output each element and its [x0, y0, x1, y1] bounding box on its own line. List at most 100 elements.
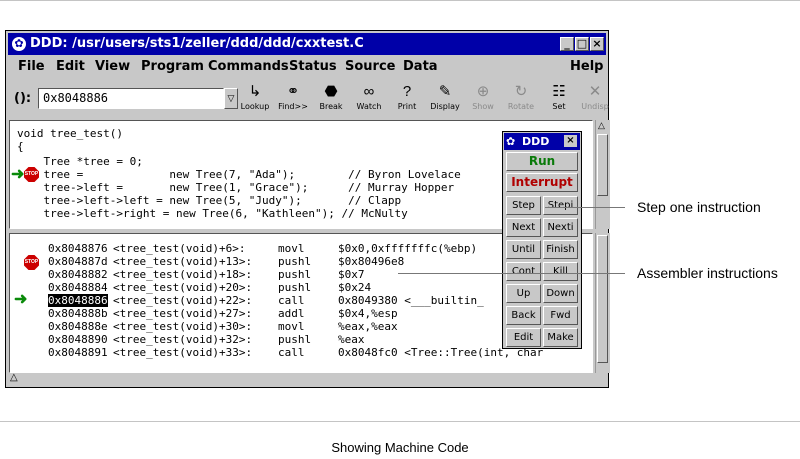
step-callout-label: Step one instruction: [637, 199, 761, 215]
asm-addr: 0x8048876: [48, 242, 108, 255]
rotate-button[interactable]: ↻ Rotate: [502, 82, 540, 116]
menu-edit[interactable]: Edit: [56, 56, 85, 78]
show-button[interactable]: ⊕ Show: [464, 82, 502, 116]
until-button[interactable]: Until: [506, 240, 541, 259]
down-button[interactable]: Down: [543, 284, 578, 303]
source-scrollbar[interactable]: △: [595, 120, 610, 229]
next-button[interactable]: Next: [506, 218, 541, 237]
lookup-button[interactable]: ↳ Lookup: [236, 82, 274, 116]
set-icon: ☷: [552, 83, 566, 100]
undisp-label: Undisp: [581, 102, 609, 111]
asm-op: call: [278, 346, 305, 359]
figure-caption: Showing Machine Code: [331, 440, 469, 455]
lookup-icon: ↳: [248, 83, 262, 100]
step-button[interactable]: Step: [506, 196, 541, 215]
asm-args: $0x24: [338, 281, 372, 294]
asm-callout-line: [398, 273, 625, 274]
print-button[interactable]: ? Print: [388, 82, 426, 116]
break-label: Break: [319, 102, 343, 111]
magnifier-icon: ⊕: [476, 83, 490, 100]
fwd-button[interactable]: Fwd: [543, 306, 578, 325]
asm-args: %eax,%eax: [338, 320, 398, 333]
edit-button[interactable]: Edit: [506, 328, 541, 347]
asm-scrollbar[interactable]: [595, 233, 610, 373]
watch-label: Watch: [356, 102, 382, 111]
scroll-up-arrow-icon[interactable]: △: [598, 120, 605, 131]
asm-op: pushl: [278, 281, 312, 294]
set-button[interactable]: ☷ Set: [540, 82, 578, 116]
source-line: Tree *tree = 0;: [17, 155, 143, 168]
argument-input[interactable]: 0x8048886: [38, 88, 224, 109]
bottom-rule: [0, 421, 800, 422]
undisp-button[interactable]: ✕ Undisp: [576, 82, 614, 116]
asm-op: movl: [278, 320, 305, 333]
source-line: void tree_test(): [17, 127, 123, 140]
window-titlebar[interactable]: ✿ DDD: /usr/users/sts1/zeller/ddd/ddd/cx…: [8, 33, 606, 55]
source-line: tree->left->right = new Tree(6, "Kathlee…: [17, 207, 408, 220]
menu-view[interactable]: View: [95, 56, 130, 78]
source-line: tree->left = new Tree(1, "Grace"); // Mu…: [17, 181, 455, 194]
maximize-button[interactable]: □: [575, 37, 589, 51]
rotate-label: Rotate: [507, 102, 535, 111]
asm-func: <tree_test(void)+32>:: [113, 333, 253, 346]
cont-button[interactable]: Cont: [506, 262, 541, 281]
break-button[interactable]: ⬣ Break: [312, 82, 350, 116]
asm-args: $0x4,%esp: [338, 307, 398, 320]
undisp-icon: ✕: [588, 83, 602, 100]
menu-data[interactable]: Data: [403, 56, 438, 78]
nexti-button[interactable]: Nexti: [543, 218, 578, 237]
execution-arrow-icon: ➜: [11, 166, 25, 183]
asm-func: <tree_test(void)+33>:: [113, 346, 253, 359]
asm-func: <tree_test(void)+27>:: [113, 307, 253, 320]
rotate-icon: ↻: [514, 83, 528, 100]
asm-func: <tree_test(void)+6>:: [113, 242, 246, 255]
breakpoint-stop-icon[interactable]: STOP: [24, 167, 39, 182]
minimize-button[interactable]: _: [560, 37, 574, 51]
display-button[interactable]: ✎ Display: [426, 82, 464, 116]
ddd-icon[interactable]: ✿: [506, 133, 515, 150]
asm-func: <tree_test(void)+20>:: [113, 281, 253, 294]
ddd-icon[interactable]: ✿: [12, 37, 26, 51]
find-button[interactable]: ⚭ Find>>: [274, 82, 312, 116]
menu-program[interactable]: Program: [141, 56, 204, 78]
source-scroll-thumb[interactable]: [597, 134, 608, 196]
menu-help[interactable]: Help: [570, 56, 603, 78]
interrupt-button[interactable]: Interrupt: [506, 173, 578, 192]
asm-args: $0x0,0xfffffffc(%ebp): [338, 242, 478, 255]
stepi-button[interactable]: Stepi: [543, 196, 578, 215]
asm-addr: 0x8048884: [48, 281, 108, 294]
asm-addr: 0x8048890: [48, 333, 108, 346]
command-tool-titlebar[interactable]: ✿ DDD ×: [504, 133, 580, 150]
toolbar: (): 0x8048886 ▽ ↳ Lookup ⚭ Find>> ⬣ Brea…: [8, 80, 609, 116]
brush-icon: ✎: [438, 83, 452, 100]
print-label: Print: [397, 102, 417, 111]
asm-op: pushl: [278, 333, 312, 346]
breakpoint-stop-icon[interactable]: STOP: [24, 255, 39, 270]
menu-source[interactable]: Source: [345, 56, 395, 78]
command-tool-close-button[interactable]: ×: [564, 135, 577, 147]
back-button[interactable]: Back: [506, 306, 541, 325]
show-label: Show: [472, 102, 494, 111]
asm-op: pushl: [278, 255, 312, 268]
asm-func: <tree_test(void)+13>:: [113, 255, 253, 268]
finish-button[interactable]: Finish: [543, 240, 578, 259]
kill-button[interactable]: Kill: [543, 262, 578, 281]
watch-button[interactable]: ∞ Watch: [350, 82, 388, 116]
make-button[interactable]: Make: [543, 328, 578, 347]
asm-op: movl: [278, 242, 305, 255]
top-rule: [0, 0, 800, 1]
hscroll-left-arrow-icon[interactable]: △: [10, 372, 18, 383]
close-button[interactable]: ×: [590, 37, 604, 51]
menu-file[interactable]: File: [18, 56, 45, 78]
asm-addr: 0x804888b: [48, 307, 108, 320]
menu-commands[interactable]: Commands: [208, 56, 289, 78]
execution-arrow-icon: ➜: [14, 291, 28, 308]
up-button[interactable]: Up: [506, 284, 541, 303]
asm-scroll-thumb[interactable]: [597, 235, 608, 363]
asm-addr: 0x8048882: [48, 268, 108, 281]
run-button[interactable]: Run: [506, 152, 578, 171]
asm-func: <tree_test(void)+18>:: [113, 268, 253, 281]
menubar: File Edit View Program Commands Status S…: [8, 56, 606, 78]
asm-addr: 0x804887d: [48, 255, 108, 268]
menu-status[interactable]: Status: [289, 56, 337, 78]
